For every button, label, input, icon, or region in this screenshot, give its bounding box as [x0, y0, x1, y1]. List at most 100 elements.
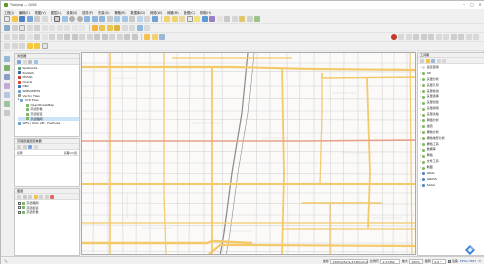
annotation-icon[interactable] — [26, 43, 33, 49]
menu-settings[interactable]: 设置(S) — [66, 10, 77, 15]
delete-selected-icon[interactable] — [41, 25, 48, 31]
measure-line-icon[interactable] — [4, 43, 10, 49]
messages-icon[interactable]: ✉ — [478, 259, 481, 263]
models-icon[interactable] — [420, 58, 424, 63]
vertex-tool-icon[interactable] — [34, 25, 40, 31]
add-raster-layer-icon[interactable] — [4, 65, 10, 71]
capture-curve-icon[interactable] — [17, 144, 21, 149]
zoom-to-layer-icon[interactable] — [99, 16, 105, 22]
close-icon[interactable]: × — [477, 2, 483, 7]
new-project-icon[interactable] — [4, 16, 10, 22]
layer-styling-icon[interactable] — [17, 194, 21, 199]
maximize-icon[interactable]: □ — [469, 2, 475, 7]
enable-tracing-icon[interactable] — [11, 34, 18, 40]
measure-area-icon[interactable] — [11, 43, 18, 49]
zoom-full-icon[interactable] — [28, 144, 32, 149]
advanced-digitizing-icon[interactable] — [4, 34, 10, 40]
unlock-icon[interactable] — [458, 34, 464, 40]
filter-legend-icon[interactable] — [33, 194, 38, 199]
measure-icon[interactable] — [224, 16, 230, 22]
digitize-icon[interactable] — [4, 25, 10, 31]
layer-visibility-checkbox[interactable] — [18, 210, 22, 215]
identify-icon[interactable] — [164, 16, 170, 22]
layout-refresh-icon[interactable] — [398, 34, 404, 40]
menu-plugins[interactable]: 插件(P) — [82, 10, 93, 15]
layer-visibility-checkbox[interactable] — [18, 201, 22, 206]
add-feature-icon[interactable] — [26, 25, 33, 31]
show-labels-icon[interactable] — [106, 25, 113, 31]
select-by-value-icon[interactable] — [179, 16, 185, 22]
expand-all-icon[interactable] — [39, 194, 43, 199]
lock-icon[interactable] — [450, 34, 457, 40]
magnifier-field[interactable]: 100% — [408, 258, 423, 264]
move-label-icon[interactable] — [114, 25, 120, 31]
new-3d-map-view-icon[interactable] — [136, 16, 143, 22]
rotate-point-icon[interactable] — [124, 34, 130, 40]
print-icon[interactable] — [473, 34, 479, 40]
pan-to-selection-icon[interactable] — [61, 16, 68, 22]
zoom-out-icon[interactable] — [76, 16, 83, 22]
scripts-icon[interactable] — [425, 58, 430, 63]
menu-layer[interactable]: 图层(L) — [51, 10, 62, 15]
options-icon[interactable] — [442, 58, 446, 63]
pin-labels-icon[interactable] — [99, 25, 105, 31]
map-canvas[interactable] — [81, 52, 416, 255]
new-layer-icon[interactable] — [159, 34, 165, 40]
new-map-view-icon[interactable] — [129, 16, 135, 22]
processing-toolbox-icon[interactable] — [209, 16, 215, 22]
results-viewer-icon[interactable] — [436, 58, 441, 63]
reshape-icon[interactable] — [64, 34, 70, 40]
highlight-icon[interactable] — [144, 34, 150, 40]
lower-icon[interactable] — [443, 34, 449, 40]
chevron-right-icon[interactable]: › — [420, 183, 421, 189]
split-parts-icon[interactable] — [101, 34, 108, 40]
add-postgis-icon[interactable] — [4, 92, 10, 98]
menu-view[interactable]: 视图(V) — [35, 10, 46, 15]
copy-features-icon[interactable] — [56, 25, 63, 31]
form-annotation-icon[interactable] — [34, 43, 40, 49]
rotation-field[interactable]: 0.0 ° — [431, 258, 446, 264]
plugin-logo-icon[interactable] — [463, 243, 477, 257]
tree-item-wfs[interactable]: WFS / OGC API - Features — [18, 121, 79, 126]
field-calculator-icon[interactable] — [201, 16, 208, 22]
toggle-editing-icon[interactable] — [11, 25, 18, 31]
road-network-map[interactable] — [82, 53, 416, 255]
measure-angle-icon[interactable] — [19, 43, 25, 49]
menu-processing[interactable]: 处理(C) — [184, 10, 195, 15]
map-tips-icon[interactable] — [231, 16, 238, 22]
add-vector-layer-icon[interactable] — [4, 56, 10, 62]
layer-visibility-checkbox[interactable] — [18, 206, 22, 210]
menu-project[interactable]: 工程(J) — [4, 10, 14, 15]
collapse-all-icon[interactable] — [28, 59, 32, 64]
remove-layer-icon[interactable] — [50, 194, 54, 199]
menu-raster[interactable]: 栅格(R) — [114, 10, 125, 15]
menu-web[interactable]: 网络(W) — [150, 10, 162, 15]
text-annotation-icon[interactable] — [254, 16, 260, 22]
redo-icon[interactable] — [79, 25, 85, 31]
add-delimited-text-icon[interactable] — [4, 83, 10, 89]
rotate-label-icon[interactable] — [121, 25, 128, 31]
menu-database[interactable]: 数据库(D) — [131, 10, 146, 15]
zoom-full-icon[interactable] — [84, 16, 90, 22]
open-attribute-table-icon[interactable] — [194, 16, 200, 22]
temporal-controller-icon[interactable] — [144, 16, 150, 22]
add-ring-icon[interactable] — [26, 34, 33, 40]
paste-features-icon[interactable] — [64, 25, 70, 31]
properties-icon[interactable] — [33, 59, 38, 64]
minimize-icon[interactable]: – — [461, 2, 467, 7]
diagram-tool-icon[interactable] — [144, 25, 150, 31]
print-layout-icon[interactable] — [34, 16, 40, 22]
layer-item-image[interactable]: 高德影像 — [18, 210, 79, 215]
merge-features-icon[interactable] — [109, 34, 115, 40]
render-checkbox[interactable] — [447, 259, 452, 263]
export-profile-icon[interactable] — [33, 144, 38, 149]
trim-extend-icon[interactable] — [86, 34, 93, 40]
cut-features-icon[interactable] — [49, 25, 55, 31]
zoom-native-icon[interactable] — [106, 16, 113, 22]
label-toolbar-icon[interactable] — [136, 25, 143, 31]
undo-icon[interactable] — [71, 25, 78, 31]
python-console-icon[interactable] — [390, 34, 397, 40]
manage-map-themes-icon[interactable] — [28, 194, 32, 199]
raise-icon[interactable] — [435, 34, 442, 40]
statistical-summary-icon[interactable] — [216, 16, 223, 22]
